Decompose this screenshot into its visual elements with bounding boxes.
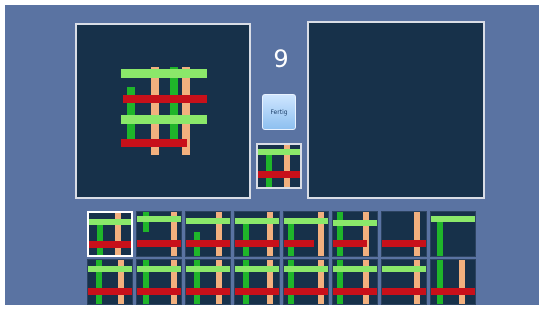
- tile-5[interactable]: [283, 211, 329, 257]
- tile-2[interactable]: [136, 211, 182, 257]
- red-strip: [121, 139, 187, 147]
- done-button[interactable]: Fertig: [262, 94, 296, 130]
- target-pattern: [121, 67, 207, 155]
- tile-11[interactable]: [185, 259, 231, 305]
- current-tile-preview: [256, 143, 302, 189]
- light-green-strip: [121, 115, 207, 124]
- move-counter: 9: [273, 45, 289, 73]
- tile-8[interactable]: [430, 211, 476, 257]
- tile-7[interactable]: [381, 211, 427, 257]
- tile-16[interactable]: [430, 259, 476, 305]
- light-green-strip: [121, 69, 207, 78]
- tile-12[interactable]: [234, 259, 280, 305]
- green-strip: [127, 87, 135, 139]
- game-board: 9 Fertig: [5, 5, 539, 305]
- target-pattern-panel: [75, 23, 251, 199]
- green-strip: [170, 67, 178, 141]
- tile-14[interactable]: [332, 259, 378, 305]
- answer-panel[interactable]: [307, 21, 485, 199]
- tile-10[interactable]: [136, 259, 182, 305]
- tile-4[interactable]: [234, 211, 280, 257]
- red-strip: [123, 95, 207, 103]
- tile-6[interactable]: [332, 211, 378, 257]
- tile-1[interactable]: [87, 211, 133, 257]
- tile-9[interactable]: [87, 259, 133, 305]
- tile-13[interactable]: [283, 259, 329, 305]
- tile-3[interactable]: [185, 211, 231, 257]
- tile-15[interactable]: [381, 259, 427, 305]
